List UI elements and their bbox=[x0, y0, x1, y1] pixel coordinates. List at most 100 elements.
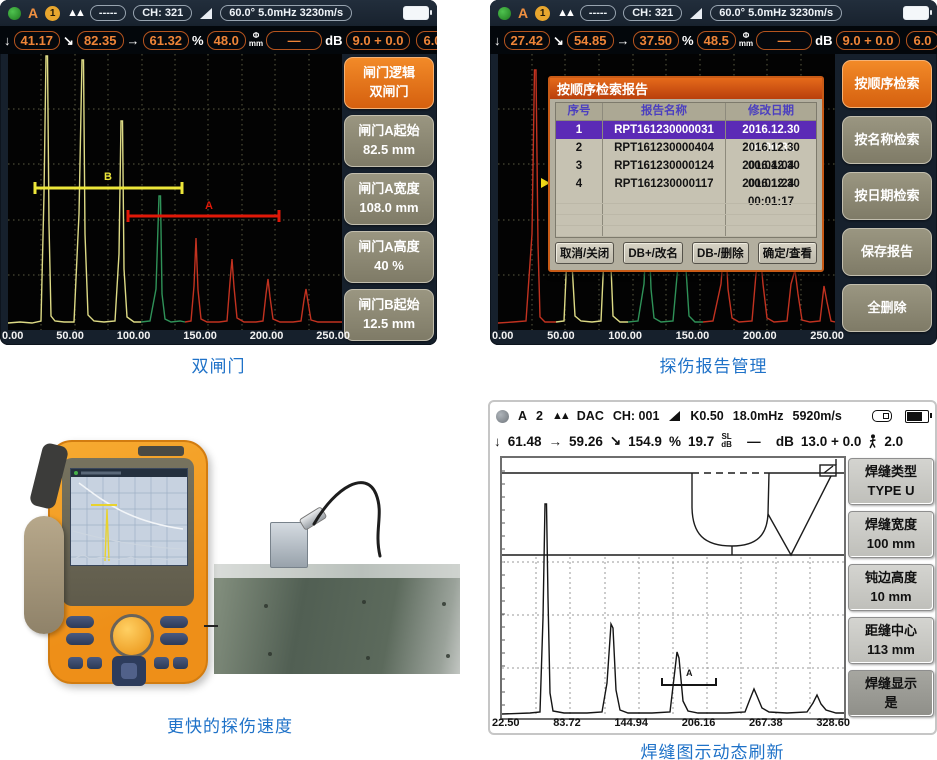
softkey-gate-a-start[interactable]: 闸门A起始82.5 mm bbox=[344, 115, 434, 167]
dialog-button-row: 取消/关闭 DB+/改名 DB-/删除 确定/查看 bbox=[550, 240, 822, 269]
percent-label: % bbox=[192, 34, 204, 47]
gate-b-label: B bbox=[104, 171, 112, 183]
reading-percent: 48.5 bbox=[697, 31, 736, 50]
channel-pill: CH: 321 bbox=[133, 5, 192, 21]
gate-a-label: A bbox=[686, 668, 693, 678]
softkey-gate-b-start[interactable]: 闸门B起始12.5 mm bbox=[344, 289, 434, 341]
reading-sl: — bbox=[739, 434, 769, 449]
surface-arrow-icon: ↘ bbox=[610, 433, 621, 449]
reading-surface: 82.35 bbox=[77, 31, 124, 50]
gate-a-bracket[interactable] bbox=[662, 678, 716, 685]
db-plus-rename-button[interactable]: DB+/改名 bbox=[623, 242, 683, 264]
beam-arrow-icon: → bbox=[127, 34, 140, 47]
velocity: 5920m/s bbox=[793, 409, 842, 423]
probe-params-pill: 60.0° 5.0mHz 3230m/s bbox=[710, 5, 842, 21]
mode-pill: ----- bbox=[90, 5, 126, 21]
ascan-plot-dual-gate: B A bbox=[8, 54, 342, 330]
mode-label: DAC bbox=[577, 409, 604, 423]
channel-badge: 1 bbox=[535, 6, 550, 21]
phi-mm-label: Φmm bbox=[739, 32, 753, 48]
reading-walk: 6.0 bbox=[416, 31, 437, 50]
probe-indicator: A bbox=[518, 5, 528, 21]
softkey-save-report[interactable]: 保存报告 bbox=[842, 228, 932, 276]
table-empty-row bbox=[556, 193, 816, 204]
reading-walk: 2.0 bbox=[884, 434, 903, 449]
softkey-weld-width[interactable]: 焊缝宽度100 mm bbox=[848, 511, 934, 558]
echo-peaks-icon: ▲▲ bbox=[67, 8, 83, 19]
reading-percent: 48.0 bbox=[207, 31, 246, 50]
table-empty-row bbox=[556, 226, 816, 237]
table-empty-row bbox=[556, 215, 816, 226]
table-row[interactable]: 2RPT1612300004042016.12.30 00:04:04 bbox=[556, 139, 816, 157]
report-list-dialog: 按顺序检索报告 序号报告名称修改日期 1RPT1612300000312016.… bbox=[548, 76, 824, 272]
confirm-view-button[interactable]: 确定/查看 bbox=[758, 242, 817, 264]
readings-bar: ↓ 61.48 → 59.26 ↘ 154.9 % 19.7 SLdB — dB… bbox=[494, 428, 931, 454]
softkey-weld-display[interactable]: 焊缝显示是 bbox=[848, 670, 934, 717]
caption-speed: 更快的探伤速度 bbox=[0, 712, 460, 737]
softkey-search-by-date[interactable]: 按日期检索 bbox=[842, 172, 932, 220]
table-row[interactable]: 3RPT1612300001242016.12.30 00:01:24 bbox=[556, 157, 816, 175]
channel-badge: 1 bbox=[45, 6, 60, 21]
softkey-gate-a-width[interactable]: 闸门A宽度108.0 mm bbox=[344, 173, 434, 225]
panel-report-manager: A 1 ▲▲ ----- CH: 321 60.0° 5.0mHz 3230m/… bbox=[490, 0, 937, 345]
table-header-row: 序号报告名称修改日期 bbox=[556, 103, 816, 121]
table-row[interactable]: 1RPT1612300000312016.12.30 00:00:31 bbox=[556, 121, 816, 139]
weld-plot-graphics: A bbox=[502, 458, 844, 718]
reading-phi: — bbox=[756, 31, 812, 50]
probe-indicator: A bbox=[518, 409, 527, 423]
page: A 1 ▲▲ ----- CH: 321 60.0° 5.0mHz 3230m/… bbox=[0, 0, 937, 760]
reading-beam: 37.50 bbox=[633, 31, 680, 50]
panel-weld-diagram: A 2 ▲▲ DAC CH: 001 K0.50 18.0mHz 5920m/s… bbox=[488, 400, 937, 735]
table-row[interactable]: 4RPT1612300001172016.12.30 00:01:17 bbox=[556, 175, 816, 193]
report-table: 序号报告名称修改日期 1RPT1612300000312016.12.30 00… bbox=[555, 102, 817, 238]
softkey-column: 按顺序检索 按名称检索 按日期检索 保存报告 全删除 bbox=[842, 60, 932, 332]
probe-angle-icon bbox=[689, 7, 703, 20]
softkey-weld-type[interactable]: 焊缝类型TYPE U bbox=[848, 458, 934, 505]
k-value: K0.50 bbox=[690, 409, 723, 423]
probe-cable bbox=[18, 428, 460, 710]
dialog-title: 按顺序检索报告 bbox=[550, 78, 822, 99]
softkey-gate-logic[interactable]: 闸门逻辑双闸门 bbox=[344, 57, 434, 109]
battery-icon bbox=[403, 6, 429, 20]
softkey-delete-all[interactable]: 全删除 bbox=[842, 284, 932, 332]
caption-report-manager: 探伤报告管理 bbox=[490, 352, 937, 377]
db-label: dB bbox=[815, 34, 832, 47]
surface-arrow-icon: ↘ bbox=[63, 34, 74, 47]
db-label: dB bbox=[776, 434, 794, 449]
percent-label: % bbox=[682, 34, 694, 47]
channel-pill: CH: 321 bbox=[623, 5, 682, 21]
status-bar: A 1 ▲▲ ----- CH: 321 60.0° 5.0mHz 3230m/… bbox=[0, 0, 437, 26]
x-axis-labels: 0.0050.00100.00150.00200.00250.00 bbox=[2, 330, 350, 342]
echo-peaks-icon: ▲▲ bbox=[557, 8, 573, 19]
softkey-root-face-height[interactable]: 钝边高度10 mm bbox=[848, 564, 934, 611]
reading-depth: 41.17 bbox=[14, 31, 61, 50]
gate-a-label: A bbox=[205, 200, 213, 212]
channel-label: CH: 001 bbox=[613, 409, 660, 423]
reading-beam: 59.26 bbox=[569, 434, 603, 449]
weld-cross-section bbox=[502, 459, 844, 555]
mode-pill: ----- bbox=[580, 5, 616, 21]
softkey-distance-to-center[interactable]: 距缝中心113 mm bbox=[848, 617, 934, 664]
reading-depth: 27.42 bbox=[504, 31, 551, 50]
status-dot-icon bbox=[8, 7, 21, 20]
softkey-search-by-name[interactable]: 按名称检索 bbox=[842, 116, 932, 164]
battery-icon bbox=[905, 410, 929, 423]
db-minus-delete-button[interactable]: DB-/删除 bbox=[692, 242, 749, 264]
surface-arrow-icon: ↘ bbox=[553, 34, 564, 47]
readings-bar: ↓ 41.17 ↘ 82.35 → 61.32 % 48.0 Φmm — dB … bbox=[0, 26, 437, 54]
connector-icon bbox=[872, 410, 892, 422]
probe-angle-icon bbox=[668, 410, 681, 422]
softkey-search-by-order[interactable]: 按顺序检索 bbox=[842, 60, 932, 108]
caption-weld-refresh: 焊缝图示动态刷新 bbox=[488, 738, 937, 760]
cancel-close-button[interactable]: 取消/关闭 bbox=[555, 242, 614, 264]
frequency: 18.0mHz bbox=[733, 409, 784, 423]
phi-mm-label: Φmm bbox=[249, 32, 263, 48]
echo-peaks-icon: ▲▲ bbox=[552, 411, 568, 422]
probe-indicator: A bbox=[28, 5, 38, 21]
softkey-gate-a-height[interactable]: 闸门A高度40 % bbox=[344, 231, 434, 283]
probe-angle-icon bbox=[199, 7, 213, 20]
readings-bar: ↓ 27.42 ↘ 54.85 → 37.50 % 48.5 Φmm — dB … bbox=[490, 26, 937, 54]
reading-surface: 54.85 bbox=[567, 31, 614, 50]
product-photo bbox=[18, 428, 460, 710]
panel-dual-gate: A 1 ▲▲ ----- CH: 321 60.0° 5.0mHz 3230m/… bbox=[0, 0, 437, 345]
